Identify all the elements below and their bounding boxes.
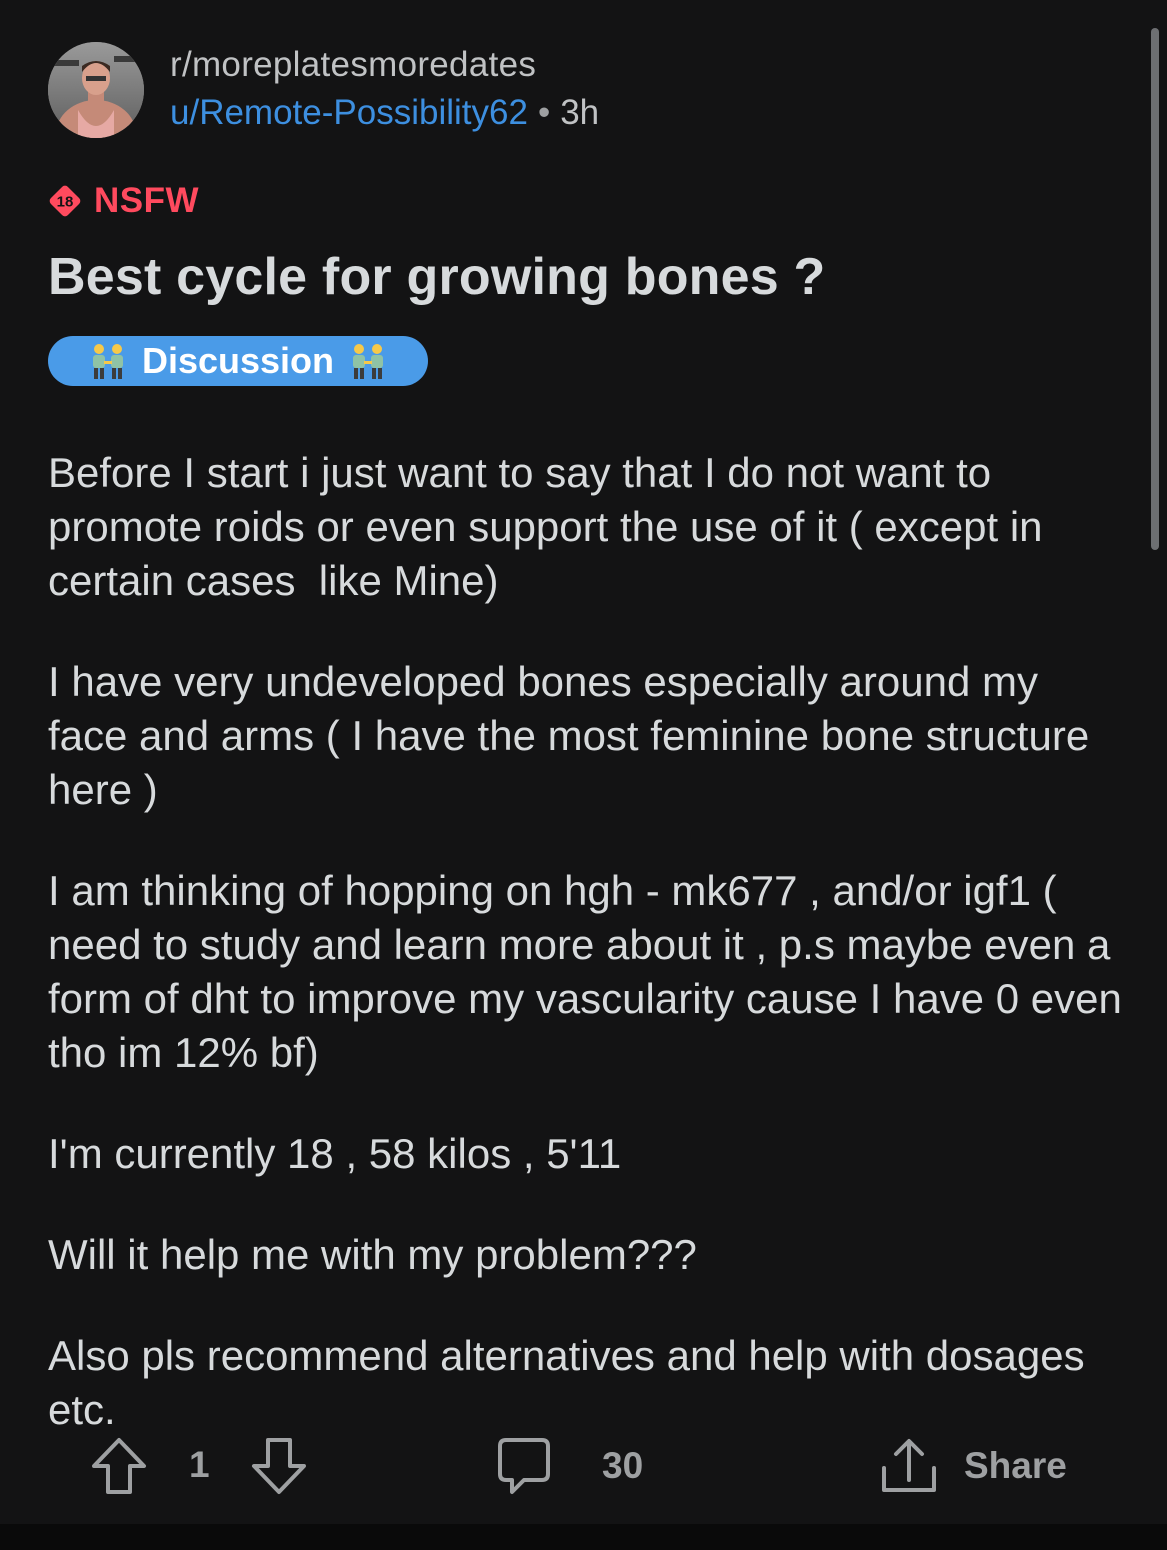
post-paragraph: Will it help me with my problem??? [48,1231,697,1278]
post-paragraph: I have very undeveloped bones especially… [48,658,1101,813]
post-meta: r/moreplatesmoredates u/Remote-Possibili… [170,42,599,138]
post-title: Best cycle for growing bones ? [48,248,826,306]
comment-bubble-icon [498,1438,550,1494]
bottom-edge [0,1524,1167,1550]
upvote-arrow-icon [92,1438,146,1494]
nsfw-label: NSFW [94,181,200,220]
author-line: u/Remote-Possibility62 • 3h [170,88,599,138]
post-time: 3h [560,93,600,132]
post-paragraph: I am thinking of hopping on hgh - mk677 … [48,867,1134,1076]
comments-button[interactable]: 30 [496,1436,643,1496]
share-icon [882,1439,936,1492]
nsfw-icon-text: 18 [57,194,74,211]
upvote-button[interactable] [90,1436,148,1496]
username-link[interactable]: u/Remote-Possibility62 [170,93,528,132]
post-paragraph: Before I start i just want to say that I… [48,449,1055,604]
post-flair[interactable]: Discussion [48,336,428,386]
post-actions-bar: 1 30 Share [0,1430,1167,1510]
post-paragraph: Also pls recommend alternatives and help… [48,1332,1097,1433]
scrollbar[interactable] [1151,28,1159,550]
post-body: Before I start i just want to say that I… [48,446,1128,1484]
avatar[interactable] [48,42,144,138]
comment-count: 30 [602,1445,644,1486]
subreddit-link[interactable]: r/moreplatesmoredates [170,42,599,88]
nsfw-18-icon: 18 [49,185,81,217]
downvote-arrow-icon [252,1438,306,1494]
people-holding-hands-icon [353,344,384,379]
vote-count: 1 [189,1444,210,1485]
downvote-button[interactable] [250,1436,308,1496]
nsfw-badge: 18 NSFW [48,181,199,221]
share-label: Share [964,1445,1067,1486]
share-button[interactable]: Share [880,1436,1067,1496]
separator-dot: • [537,93,551,132]
post-paragraph: I'm currently 18 , 58 kilos , 5'11 [48,1130,622,1177]
people-holding-hands-icon [92,344,123,379]
flair-label: Discussion [141,340,335,381]
post-header: r/moreplatesmoredates u/Remote-Possibili… [48,42,1048,142]
